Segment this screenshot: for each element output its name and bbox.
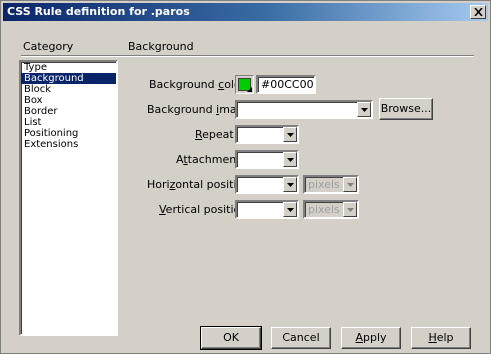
category-item-border[interactable]: Border bbox=[21, 106, 116, 117]
hpos-select[interactable] bbox=[235, 175, 299, 194]
dropdown-arrow[interactable] bbox=[283, 152, 297, 167]
picker-arrow-icon bbox=[247, 87, 252, 92]
dropdown-arrow bbox=[343, 202, 357, 217]
chevron-down-icon bbox=[287, 183, 294, 187]
dropdown-arrow bbox=[343, 177, 357, 192]
apply-button[interactable]: Apply bbox=[341, 327, 401, 349]
chevron-down-icon bbox=[287, 133, 294, 137]
attachment-label: Attachment: bbox=[176, 153, 245, 166]
bg-color-picker[interactable] bbox=[235, 75, 254, 94]
chevron-down-icon bbox=[347, 183, 354, 187]
help-button[interactable]: Help bbox=[411, 327, 471, 349]
category-item-box[interactable]: Box bbox=[21, 95, 116, 106]
vpos-unit-value: pixels bbox=[308, 203, 340, 216]
bg-image-combo[interactable] bbox=[235, 100, 373, 119]
chevron-down-icon bbox=[347, 208, 354, 212]
dropdown-arrow[interactable] bbox=[283, 202, 297, 217]
vpos-select[interactable] bbox=[235, 200, 299, 219]
bg-color-label: Background color: bbox=[149, 78, 249, 91]
dropdown-arrow[interactable] bbox=[283, 177, 297, 192]
repeat-label: Repeat: bbox=[195, 128, 238, 141]
css-rule-dialog: CSS Rule definition for .paros Category … bbox=[0, 0, 491, 354]
panel-title: Background bbox=[128, 40, 194, 53]
category-header: Category bbox=[23, 40, 74, 53]
category-item-type[interactable]: Type bbox=[21, 62, 116, 73]
category-item-extensions[interactable]: Extensions bbox=[21, 139, 116, 150]
chevron-down-icon bbox=[287, 208, 294, 212]
category-list[interactable]: Type Background Block Box Border List Po… bbox=[19, 60, 118, 336]
vpos-unit-select: pixels bbox=[303, 200, 359, 219]
browse-button[interactable]: Browse... bbox=[379, 98, 433, 120]
category-item-block[interactable]: Block bbox=[21, 84, 116, 95]
category-item-positioning[interactable]: Positioning bbox=[21, 128, 116, 139]
chevron-down-icon bbox=[361, 108, 368, 112]
close-button[interactable] bbox=[470, 5, 486, 19]
title-bar: CSS Rule definition for .paros bbox=[3, 3, 488, 21]
close-icon bbox=[474, 8, 483, 16]
dropdown-arrow[interactable] bbox=[283, 127, 297, 142]
repeat-select[interactable] bbox=[235, 125, 299, 144]
attachment-select[interactable] bbox=[235, 150, 299, 169]
dropdown-arrow[interactable] bbox=[357, 102, 371, 117]
bg-color-input[interactable]: #00CC00 bbox=[256, 75, 316, 94]
hpos-unit-value: pixels bbox=[308, 178, 340, 191]
chevron-down-icon bbox=[287, 158, 294, 162]
hpos-unit-select: pixels bbox=[303, 175, 359, 194]
ok-button[interactable]: OK bbox=[200, 326, 262, 350]
header-divider bbox=[21, 55, 474, 57]
category-item-list[interactable]: List bbox=[21, 117, 116, 128]
cancel-button[interactable]: Cancel bbox=[271, 327, 331, 349]
category-item-background[interactable]: Background bbox=[21, 73, 116, 84]
window-title: CSS Rule definition for .paros bbox=[7, 5, 190, 18]
